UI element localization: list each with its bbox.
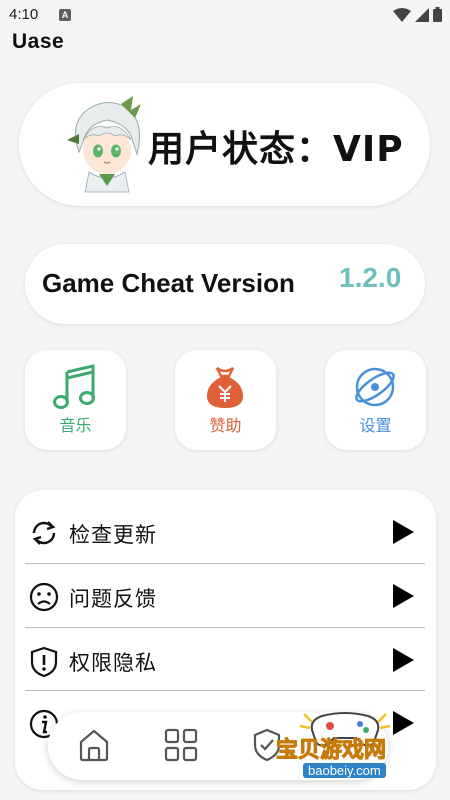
signal-icon — [415, 7, 429, 22]
status-bar: 4:10 A — [0, 0, 450, 30]
music-note-icon — [53, 364, 95, 409]
nav-home-button[interactable] — [78, 728, 110, 766]
menu-item-permissions[interactable]: 权限隐私 — [25, 628, 425, 691]
app-title: Uase — [12, 30, 65, 53]
atom-icon — [355, 367, 395, 407]
menu-item-feedback[interactable]: 问题反馈 — [25, 564, 425, 627]
menu-item-label: 问题反馈 — [69, 587, 157, 611]
play-arrow-icon — [393, 520, 414, 544]
sponsor-tile-label: 赞助 — [209, 416, 242, 435]
home-icon — [79, 729, 109, 762]
money-bag-icon — [207, 366, 243, 408]
version-card: Game Cheat Version 1.2.0 — [25, 244, 425, 324]
version-number: 1.2.0 — [339, 262, 402, 293]
settings-tile-label: 设置 — [359, 416, 392, 435]
play-arrow-icon — [393, 584, 414, 608]
user-status-text: 用户状态：VIP — [148, 129, 404, 170]
music-tile[interactable]: 音乐 — [25, 350, 126, 450]
notification-badge-icon: A — [59, 9, 71, 21]
sponsor-tile[interactable]: 赞助 — [175, 350, 276, 450]
nav-apps-button[interactable] — [164, 728, 198, 766]
menu-item-check-update[interactable]: 检查更新 — [25, 500, 425, 563]
refresh-icon — [32, 521, 56, 545]
status-time: 4:10 — [9, 6, 39, 23]
user-status-card[interactable]: 用户状态：VIP — [19, 83, 430, 206]
menu-item-label: 权限隐私 — [69, 651, 157, 675]
version-label: Game Cheat Version — [42, 268, 295, 298]
settings-tile[interactable]: 设置 — [325, 350, 426, 450]
music-tile-label: 音乐 — [59, 416, 92, 435]
watermark-url: baobeiy.com — [303, 763, 386, 778]
status-icons — [393, 7, 442, 22]
watermark-text: 宝贝游戏网 — [275, 738, 387, 764]
play-arrow-icon — [393, 648, 414, 672]
grid-icon — [164, 728, 198, 762]
avatar — [67, 96, 141, 193]
shield-alert-icon — [30, 646, 58, 678]
menu-item-label: 检查更新 — [69, 523, 157, 547]
sad-face-icon — [29, 582, 59, 612]
battery-icon — [433, 7, 442, 22]
wifi-icon — [393, 7, 411, 22]
